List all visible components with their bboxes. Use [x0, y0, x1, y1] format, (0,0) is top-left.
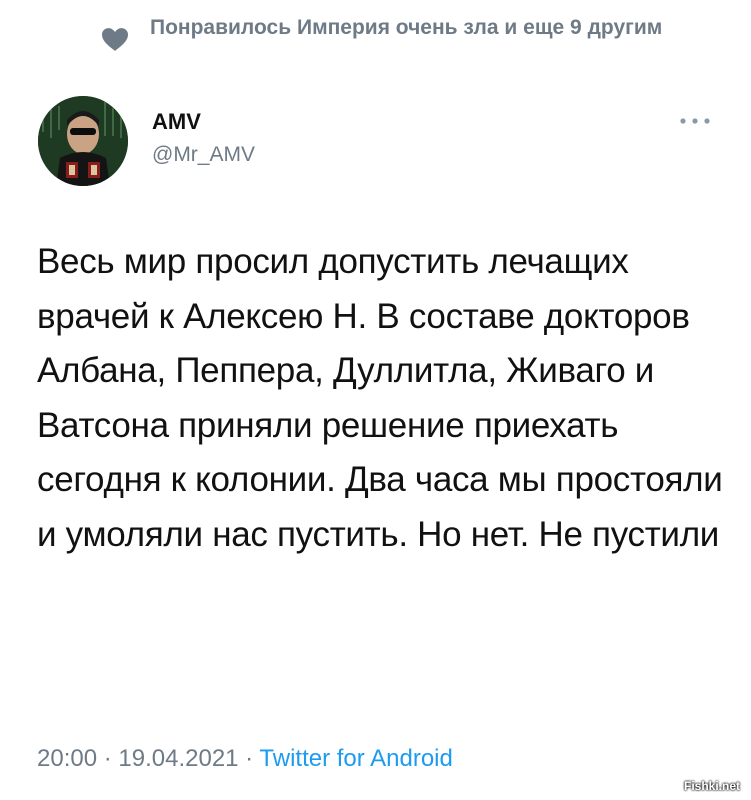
- social-context-text[interactable]: Понравилось Империя очень зла и еще 9 др…: [150, 14, 710, 41]
- avatar-image: [38, 96, 128, 186]
- author-name[interactable]: AMV: [152, 109, 201, 135]
- tweet-meta: 20:00 · 19.04.2021 · Twitter for Android: [37, 745, 453, 773]
- heart-icon: [102, 28, 128, 51]
- meta-separator: ·: [238, 745, 260, 772]
- more-options-icon[interactable]: [678, 116, 712, 126]
- tweet-time[interactable]: 20:00: [37, 745, 97, 772]
- meta-separator: ·: [97, 745, 119, 772]
- avatar[interactable]: [38, 96, 128, 186]
- watermark: Fishki.net: [684, 779, 741, 793]
- tweet-source-link[interactable]: Twitter for Android: [259, 745, 452, 772]
- tweet-text: Весь мир просил допустить лечащих врачей…: [37, 242, 723, 554]
- author-handle[interactable]: @Mr_AMV: [152, 143, 255, 167]
- tweet-date[interactable]: 19.04.2021: [118, 745, 238, 772]
